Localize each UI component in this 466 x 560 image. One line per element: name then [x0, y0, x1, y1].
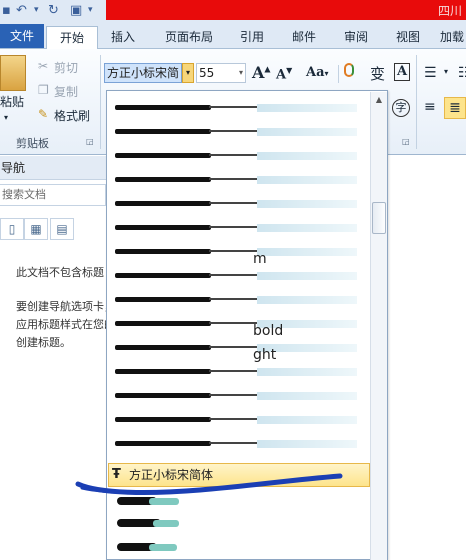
- redo-icon[interactable]: ↻: [48, 2, 59, 19]
- navigation-pane: 导航 搜索文档 ▯ ▦ ▤ 此文档不包含标题 要创建导航选项卡，请 应用标题样式…: [0, 156, 148, 560]
- truetype-font-icon: Ŧ: [112, 467, 121, 482]
- save-icon[interactable]: ▣: [70, 2, 82, 19]
- group-separator: [416, 55, 417, 149]
- scroll-up-icon[interactable]: ▲: [371, 92, 387, 108]
- font-list-item[interactable]: [109, 119, 365, 141]
- font-name-dropdown-icon[interactable]: ▾: [182, 63, 194, 83]
- paste-dropdown-icon[interactable]: ▾: [4, 113, 8, 122]
- font-list-item[interactable]: [109, 431, 365, 453]
- font-list-item[interactable]: [109, 407, 365, 429]
- toolbar-separator: [338, 65, 339, 83]
- font-list-item[interactable]: [109, 359, 365, 381]
- font-list-item[interactable]: [109, 335, 365, 357]
- grow-font-label: A: [252, 63, 265, 82]
- change-case-label: Aa: [306, 65, 325, 80]
- ribbon-tabs: 文件 开始 插入 页面布局 引用 邮件 审阅 视图 加载: [0, 22, 466, 49]
- phonetic-guide-button[interactable]: 变: [370, 63, 385, 84]
- tab-mailings[interactable]: 邮件: [284, 26, 324, 48]
- tab-review[interactable]: 审阅: [336, 26, 376, 48]
- grow-font-button[interactable]: A▲: [252, 63, 271, 82]
- no-headings-text: 此文档不包含标题: [16, 266, 104, 279]
- font-list-item[interactable]: [109, 311, 365, 333]
- document-title: 四川: [437, 4, 462, 18]
- tab-file[interactable]: 文件: [0, 24, 44, 48]
- tab-insert[interactable]: 插入: [104, 26, 142, 48]
- word-icon[interactable]: ▪: [2, 2, 11, 19]
- font-list-item[interactable]: [109, 191, 365, 213]
- font-size-value: 55: [199, 66, 215, 80]
- clear-formatting-icon[interactable]: [344, 63, 354, 77]
- font-list-item[interactable]: [109, 263, 365, 285]
- font-launcher-icon[interactable]: ◲: [402, 137, 410, 146]
- navigation-search-input[interactable]: 搜索文档: [0, 184, 106, 206]
- phonetic-guide-label: 变: [370, 65, 386, 83]
- enclose-characters-button[interactable]: 字: [392, 99, 410, 117]
- font-preview-swatch: [153, 520, 179, 527]
- shrink-font-button[interactable]: A▼: [276, 65, 292, 82]
- format-painter-icon: ✎: [38, 107, 49, 121]
- browse-pages-tab[interactable]: ▦: [24, 218, 48, 240]
- selected-font-name: 方正小标宋简体: [129, 468, 214, 482]
- customize-qat-icon[interactable]: ▾: [88, 2, 93, 19]
- bullets-dropdown-icon[interactable]: ▾: [444, 67, 448, 76]
- undo-icon[interactable]: ↶: [16, 2, 27, 19]
- navigation-pane-title: 导航: [0, 156, 106, 180]
- font-list-item[interactable]: [109, 239, 365, 261]
- clipboard-group-label: 剪贴板: [16, 137, 49, 150]
- font-list-item[interactable]: [109, 167, 365, 189]
- enclose-characters-label: 字: [395, 101, 407, 114]
- font-list-scrollbar[interactable]: ▲: [370, 92, 387, 560]
- cut-button[interactable]: 剪切: [54, 59, 78, 76]
- tab-page-layout[interactable]: 页面布局: [158, 26, 220, 48]
- tab-addins[interactable]: 加载: [440, 26, 466, 48]
- shrink-font-label: A: [276, 67, 287, 83]
- font-size-dropdown-icon[interactable]: ▾: [239, 64, 243, 82]
- font-list-item-selected[interactable]: Ŧ 方正小标宋简体: [108, 463, 370, 487]
- change-case-button[interactable]: Aa▾: [306, 65, 329, 80]
- font-preview-swatch: [149, 498, 179, 505]
- format-painter-button[interactable]: 格式刷: [54, 107, 90, 124]
- browse-headings-tab[interactable]: ▯: [0, 218, 24, 240]
- font-list-item[interactable]: [109, 215, 365, 237]
- align-left-icon[interactable]: ≡: [424, 99, 436, 115]
- font-name-fragment: m: [253, 251, 267, 267]
- undo-dropdown-icon[interactable]: ▾: [34, 2, 39, 19]
- font-dropdown-list: m bold ght: [106, 90, 388, 560]
- font-list-item[interactable]: [109, 143, 365, 165]
- font-size-input[interactable]: 55 ▾: [196, 63, 246, 83]
- clipboard-launcher-icon[interactable]: ◲: [86, 137, 94, 146]
- font-list-item[interactable]: [109, 95, 365, 117]
- scissors-icon: ✂: [38, 59, 49, 73]
- tab-home[interactable]: 开始: [46, 26, 98, 49]
- copy-button[interactable]: 复制: [54, 83, 78, 100]
- font-list-item[interactable]: [109, 383, 365, 405]
- scrollbar-thumb[interactable]: [372, 202, 386, 234]
- quick-access-toolbar: ▪ ↶ ▾ ↻ ▣ ▾ 四川: [0, 0, 466, 22]
- browse-results-tab[interactable]: ▤: [50, 218, 74, 240]
- font-name-fragment: bold: [253, 323, 284, 339]
- align-center-icon[interactable]: ≣: [444, 97, 466, 119]
- copy-icon: ❐: [38, 83, 49, 97]
- font-list-item[interactable]: [109, 287, 365, 309]
- paste-button[interactable]: 粘贴: [0, 93, 24, 110]
- font-name-fragment: ght: [253, 347, 277, 363]
- character-border-button[interactable]: A: [394, 63, 410, 81]
- tab-references[interactable]: 引用: [232, 26, 272, 48]
- numbering-icon[interactable]: ☷: [458, 65, 466, 81]
- tab-view[interactable]: 视图: [388, 26, 428, 48]
- bullets-icon[interactable]: ☰: [424, 65, 437, 81]
- font-preview-swatch: [149, 544, 177, 551]
- clipboard-icon: [0, 55, 26, 91]
- font-name-input[interactable]: 方正小标宋简: [104, 63, 182, 83]
- nav-hint-line-3: 创建标题。: [16, 336, 71, 349]
- title-bar: 四川: [106, 0, 466, 20]
- group-separator: [100, 55, 101, 149]
- character-border-label: A: [396, 64, 408, 79]
